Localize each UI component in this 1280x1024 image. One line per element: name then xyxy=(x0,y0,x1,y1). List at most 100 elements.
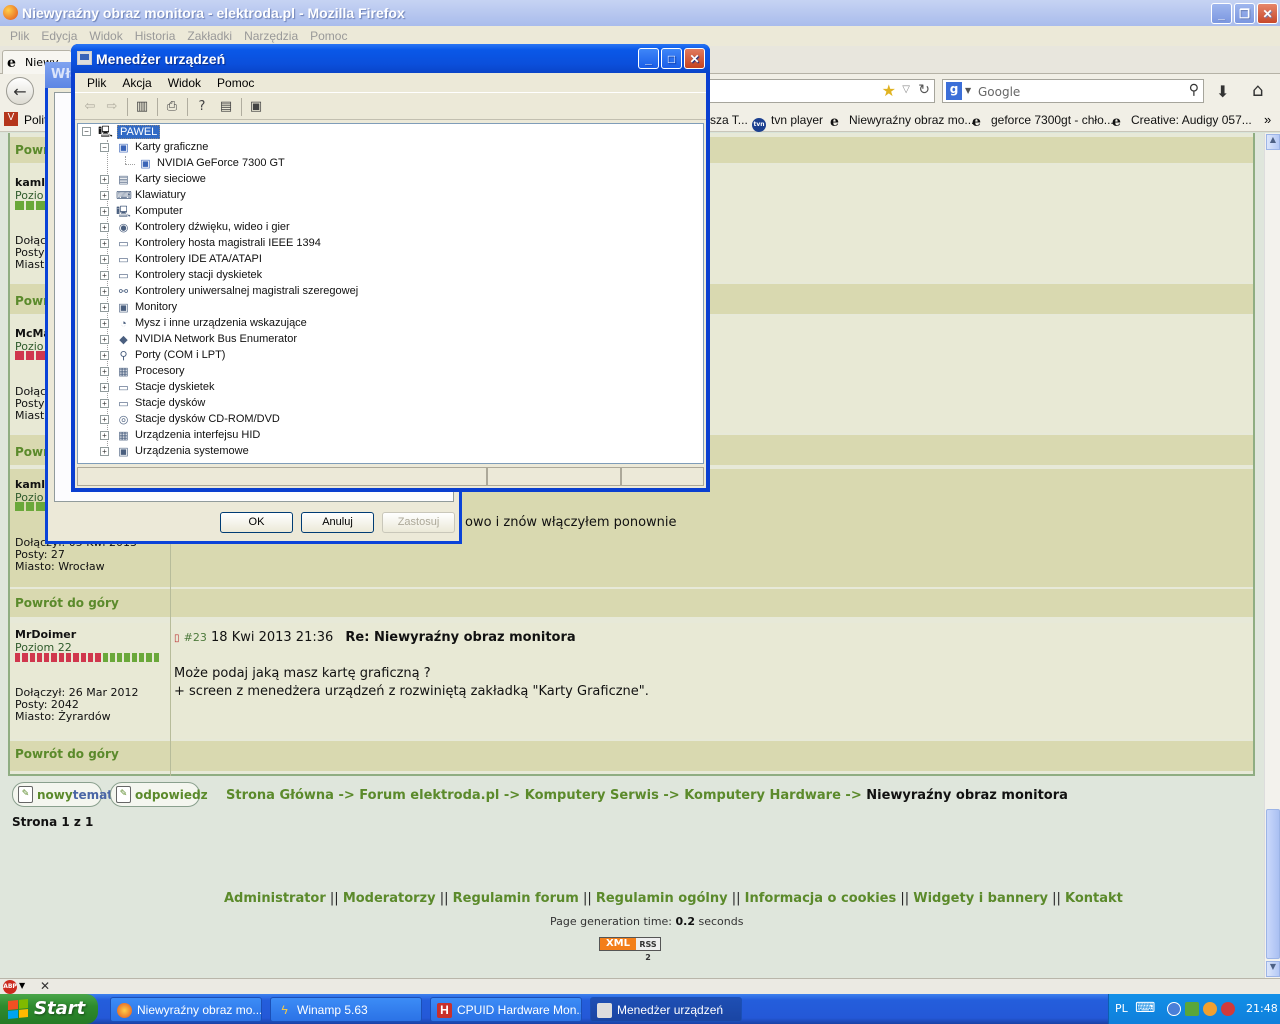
expand-icon[interactable]: + xyxy=(100,415,109,424)
page-scrollbar[interactable]: ▲ ▼ xyxy=(1264,133,1280,978)
menu-pomoc[interactable]: Pomoc xyxy=(209,73,262,92)
url-bar[interactable]: ★ ▽ ↻ xyxy=(710,79,935,103)
taskbar-button-cpuid[interactable]: H CPUID Hardware Mon... xyxy=(430,997,582,1022)
print-icon[interactable]: ⎙ xyxy=(163,98,181,116)
nvidia-tray-icon[interactable] xyxy=(1185,1002,1199,1016)
username[interactable]: kaml xyxy=(15,478,45,491)
adblock-icon[interactable]: ABP xyxy=(3,980,17,994)
reply-button[interactable]: ✎ odpowiedz xyxy=(110,782,208,807)
collapse-icon[interactable]: − xyxy=(82,127,91,136)
footer-link-kontakt[interactable]: Kontakt xyxy=(1065,891,1123,906)
apply-button[interactable]: Zastosuj xyxy=(382,512,455,533)
menu-widok[interactable]: Widok xyxy=(160,73,209,92)
language-indicator[interactable]: PL xyxy=(1115,1002,1128,1015)
menu-edycja[interactable]: Edycja xyxy=(35,26,83,46)
expand-icon[interactable]: + xyxy=(100,399,109,408)
back-to-top-link[interactable]: Powr xyxy=(15,294,49,308)
breadcrumb-link[interactable]: Strona Główna xyxy=(226,788,334,803)
taskbar-button-winamp[interactable]: ϟ Winamp 5.63 xyxy=(270,997,422,1022)
menu-widok[interactable]: Widok xyxy=(83,26,128,46)
properties-icon[interactable]: ▤ xyxy=(217,98,235,116)
close-button[interactable]: ✕ xyxy=(684,48,705,69)
scroll-down-icon[interactable]: ▼ xyxy=(1266,961,1280,977)
expand-icon[interactable]: + xyxy=(100,303,109,312)
minimize-button[interactable]: _ xyxy=(1211,3,1232,24)
menu-narzedzia[interactable]: Narzędzia xyxy=(238,26,304,46)
expand-icon[interactable]: + xyxy=(100,207,109,216)
expand-icon[interactable]: + xyxy=(100,223,109,232)
ok-button[interactable]: OK xyxy=(220,512,293,533)
back-button[interactable]: ← xyxy=(6,77,34,105)
show-hide-tree-icon[interactable]: ▥ xyxy=(133,98,151,116)
search-bar[interactable]: g ▼ Google ⚲ xyxy=(942,79,1204,103)
bookmark-tvn-player[interactable]: tvn tvn player xyxy=(752,113,823,132)
google-icon[interactable]: g xyxy=(946,82,962,100)
expand-icon[interactable]: + xyxy=(100,319,109,328)
expand-icon[interactable]: + xyxy=(100,271,109,280)
expand-icon[interactable]: + xyxy=(100,239,109,248)
bookmark-star-icon[interactable]: ★ xyxy=(882,81,896,100)
keyboard-icon[interactable]: ⌨ xyxy=(1135,1000,1155,1016)
tray-back-icon[interactable] xyxy=(1167,1002,1181,1016)
new-topic-button[interactable]: ✎ nowy temat xyxy=(12,782,113,807)
breadcrumb-link[interactable]: Komputery Hardware xyxy=(684,788,841,803)
help-icon[interactable]: ? xyxy=(193,98,211,116)
back-to-top-link[interactable]: Powr xyxy=(15,445,49,459)
home-icon[interactable]: ⌂ xyxy=(1252,80,1263,101)
bookmark-niewyrazny[interactable]: e Niewyraźny obraz mo... xyxy=(830,113,974,130)
rss-badge[interactable]: XML RSS 2 xyxy=(599,937,661,962)
menu-plik[interactable]: Plik xyxy=(79,73,114,92)
expand-icon[interactable]: + xyxy=(100,447,109,456)
footer-link-moderatorzy[interactable]: Moderatorzy xyxy=(343,891,436,906)
bookmark-creative[interactable]: e Creative: Audigy 057... xyxy=(1112,113,1252,130)
maximize-button[interactable]: □ xyxy=(661,48,682,69)
scan-hardware-icon[interactable]: ▣ xyxy=(247,98,265,116)
taskbar-button-firefox[interactable]: Niewyraźny obraz mo... xyxy=(110,997,262,1022)
menu-zakladki[interactable]: Zakładki xyxy=(181,26,238,46)
expand-icon[interactable]: + xyxy=(100,383,109,392)
bookmark-geforce[interactable]: e geforce 7300gt - chło... xyxy=(972,113,1114,130)
scroll-up-icon[interactable]: ▲ xyxy=(1266,134,1280,150)
expand-icon[interactable]: + xyxy=(100,255,109,264)
forward-arrow-icon[interactable]: ⇨ xyxy=(103,98,121,116)
footer-link-cookies[interactable]: Informacja o cookies xyxy=(745,891,897,906)
expand-icon[interactable]: + xyxy=(100,351,109,360)
taskbar-button-device-manager[interactable]: Menedżer urządzeń xyxy=(590,997,742,1022)
tray-app-icon[interactable] xyxy=(1203,1002,1217,1016)
post-username[interactable]: MrDoimer xyxy=(15,628,76,641)
bookmarks-overflow-icon[interactable]: » xyxy=(1264,112,1271,127)
back-arrow-icon[interactable]: ⇦ xyxy=(81,98,99,116)
breadcrumb-link[interactable]: Komputery Serwis xyxy=(525,788,659,803)
breadcrumb-link[interactable]: Forum elektroda.pl xyxy=(359,788,499,803)
close-icon[interactable]: ✕ xyxy=(40,979,50,993)
back-to-top-link[interactable]: Powr xyxy=(15,143,49,157)
footer-link-widgety[interactable]: Widgety i bannery xyxy=(913,891,1048,906)
close-button[interactable]: ✕ xyxy=(1257,3,1278,24)
cancel-button[interactable]: Anuluj xyxy=(301,512,374,533)
back-to-top-link[interactable]: Powrót do góry xyxy=(15,747,119,761)
expand-icon[interactable]: + xyxy=(100,287,109,296)
search-input[interactable]: Google xyxy=(978,85,1020,99)
start-button[interactable]: Start xyxy=(0,994,98,1024)
maximize-button[interactable]: ❐ xyxy=(1234,3,1255,24)
footer-link-regulamin-forum[interactable]: Regulamin forum xyxy=(453,891,579,906)
collapse-icon[interactable]: − xyxy=(100,143,109,152)
bookmark-sza[interactable]: sza T... xyxy=(710,113,748,127)
bookmark-polit[interactable]: Polit xyxy=(24,113,47,127)
post-number[interactable]: #23 xyxy=(184,631,207,644)
reload-icon[interactable]: ↻ xyxy=(918,82,930,98)
footer-link-administrator[interactable]: Administrator xyxy=(224,891,326,906)
footer-link-regulamin-ogolny[interactable]: Regulamin ogólny xyxy=(596,891,728,906)
adblock-dropdown-icon[interactable]: ▼ xyxy=(19,981,25,990)
search-icon[interactable]: ⚲ xyxy=(1189,82,1199,98)
menu-historia[interactable]: Historia xyxy=(129,26,182,46)
expand-icon[interactable]: + xyxy=(100,191,109,200)
downloads-icon[interactable]: ⬇ xyxy=(1216,82,1229,101)
scrollbar-thumb[interactable] xyxy=(1266,809,1280,959)
url-dropdown-icon[interactable]: ▽ xyxy=(902,84,910,95)
post-icon[interactable]: ▯ xyxy=(174,633,180,644)
search-engine-dropdown-icon[interactable]: ▼ xyxy=(965,86,971,95)
expand-icon[interactable]: + xyxy=(100,175,109,184)
back-to-top-link[interactable]: Powrót do góry xyxy=(15,596,119,610)
shield-icon[interactable] xyxy=(1221,1002,1235,1016)
